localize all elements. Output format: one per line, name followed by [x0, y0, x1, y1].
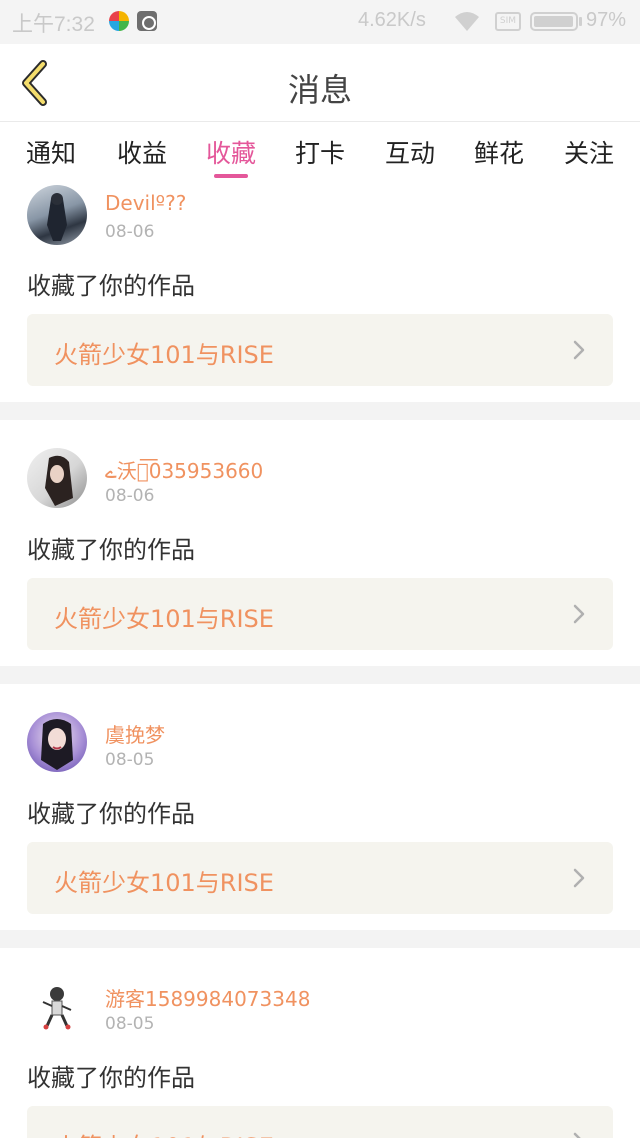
username[interactable]: ے沃星͞035953660: [105, 455, 263, 484]
work-link[interactable]: 火箭少女101与RISE: [27, 578, 613, 650]
list-item: 虞挽梦 08-05 收藏了你的作品 火箭少女101与RISE: [0, 684, 640, 930]
avatar[interactable]: [27, 448, 87, 508]
work-title: 火箭少女101与RISE: [54, 605, 274, 633]
list-item: 游客1589984073348 08-05 收藏了你的作品 火箭少女101与RI…: [0, 948, 640, 1138]
date: 08-06: [105, 486, 155, 506]
battery-percent: 97%: [586, 9, 627, 31]
top-app-bar: 消息: [0, 44, 640, 122]
app-notification-icon-2: [137, 11, 157, 31]
username[interactable]: Devilº??: [105, 191, 186, 215]
tab-favorites[interactable]: 收藏: [196, 134, 266, 170]
list-item: Devilº?? 08-06 收藏了你的作品 火箭少女101与RISE: [0, 180, 640, 402]
work-link[interactable]: 火箭少女101与RISE: [27, 842, 613, 914]
wifi-icon: [455, 12, 479, 31]
tab-checkin[interactable]: 打卡: [285, 134, 355, 170]
work-title: 火箭少女101与RISE: [54, 869, 274, 897]
divider: [0, 666, 640, 684]
tab-notice[interactable]: 通知: [16, 134, 86, 170]
network-speed: 4.62K/s: [358, 9, 426, 31]
avatar[interactable]: [27, 976, 87, 1036]
work-title: 火箭少女101与RISE: [54, 1127, 274, 1138]
divider: [0, 402, 640, 420]
status-time: 上午7:32: [12, 13, 95, 36]
sim-icon: SIM: [495, 12, 521, 31]
chevron-right-icon: [573, 1132, 581, 1138]
active-tab-indicator: [214, 174, 248, 178]
tab-follow[interactable]: 关注: [554, 134, 624, 170]
work-link[interactable]: 火箭少女101与RISE: [27, 1106, 613, 1138]
battery-cap: [579, 17, 582, 26]
battery-level: [534, 16, 573, 27]
app-notification-icon: [109, 11, 129, 31]
chevron-right-icon: [573, 340, 585, 360]
chevron-right-icon: [573, 604, 585, 624]
date: 08-06: [105, 222, 155, 242]
chevron-right-icon: [573, 868, 585, 888]
work-link[interactable]: 火箭少女101与RISE: [27, 314, 613, 386]
action-text: 收藏了你的作品: [27, 272, 195, 300]
action-text: 收藏了你的作品: [27, 1064, 195, 1092]
date: 08-05: [105, 750, 155, 770]
status-bar: 上午7:32 4.62K/s SIM 97%: [0, 0, 640, 44]
action-text: 收藏了你的作品: [27, 536, 195, 564]
divider: [0, 930, 640, 948]
tab-flowers[interactable]: 鲜花: [464, 134, 534, 170]
tab-interaction[interactable]: 互动: [375, 134, 445, 170]
avatar[interactable]: [27, 712, 87, 772]
username[interactable]: 游客1589984073348: [105, 983, 310, 1012]
username[interactable]: 虞挽梦: [105, 719, 165, 748]
tab-earnings[interactable]: 收益: [107, 134, 177, 170]
page-title: 消息: [287, 71, 352, 109]
work-title: 火箭少女101与RISE: [54, 341, 274, 369]
avatar[interactable]: [27, 185, 87, 245]
tab-bar: 通知 收益 收藏 打卡 互动 鲜花 关注: [0, 122, 640, 180]
date: 08-05: [105, 1014, 155, 1034]
action-text: 收藏了你的作品: [27, 800, 195, 828]
battery-icon: [530, 12, 578, 31]
list-item: ے沃星͞035953660 08-06 收藏了你的作品 火箭少女101与RISE: [0, 420, 640, 666]
